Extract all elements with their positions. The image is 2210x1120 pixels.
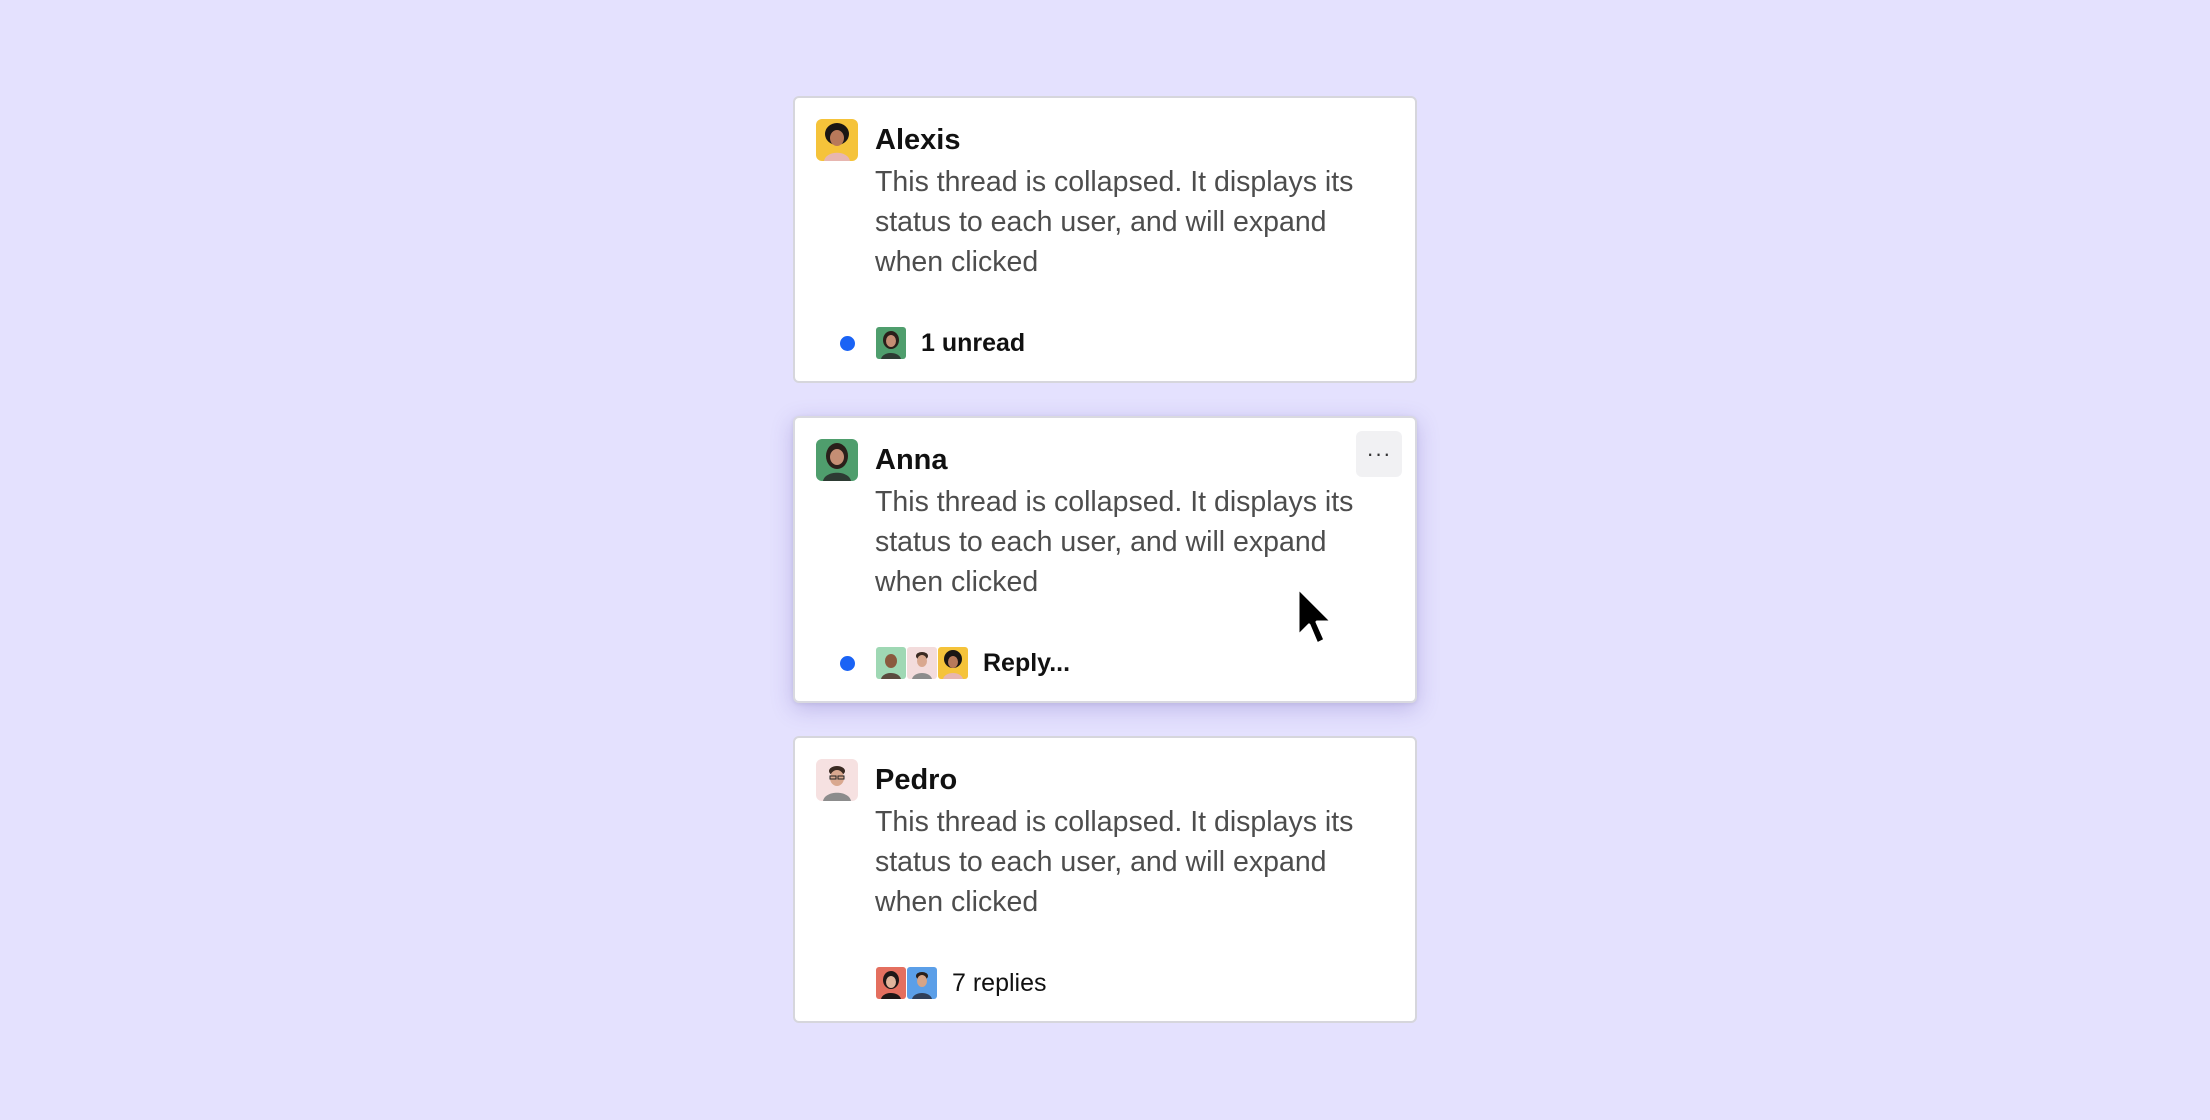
participant-1-avatar (875, 646, 907, 680)
thread-author-name: Pedro (875, 764, 958, 796)
participant-facepile (875, 966, 938, 1000)
anna-avatar (816, 439, 858, 481)
read-indicator-spacer (840, 976, 855, 991)
thread-footer[interactable]: 7 replies (840, 966, 1047, 1000)
thread-list: Alexis This thread is collapsed. It disp… (793, 96, 1417, 1056)
pedro-avatar (816, 759, 858, 801)
participant-2-avatar (875, 966, 907, 1000)
thread-footer[interactable]: 1 unread (840, 326, 1025, 360)
thread-body-text: This thread is collapsed. It displays it… (875, 806, 1354, 918)
unread-indicator-dot (840, 335, 855, 351)
ellipsis-icon: ··· (1366, 441, 1392, 466)
reply-count-label: 7 replies (952, 969, 1047, 997)
unread-count-label: 1 unread (921, 329, 1026, 357)
alexis-avatar (937, 646, 969, 680)
thread-body-text: This thread is collapsed. It displays it… (875, 166, 1354, 278)
thread-footer[interactable]: Reply... (840, 646, 1070, 680)
participant-facepile (875, 326, 907, 360)
reply-link[interactable]: Reply... (983, 647, 1070, 679)
mouse-pointer-icon (1296, 586, 1336, 650)
thread-card-anna[interactable]: Anna ··· This thread is collapsed. It di… (793, 416, 1417, 703)
participant-3-avatar (906, 966, 938, 1000)
thread-body-text: This thread is collapsed. It displays it… (875, 486, 1354, 598)
pedro-avatar (906, 646, 938, 680)
thread-card-alexis[interactable]: Alexis This thread is collapsed. It disp… (793, 96, 1417, 383)
participant-facepile (875, 646, 969, 680)
more-options-button[interactable]: ··· (1356, 431, 1402, 477)
anna-avatar (875, 326, 907, 360)
unread-indicator-dot (840, 655, 855, 671)
thread-author-name: Anna (875, 444, 948, 476)
thread-author-name: Alexis (875, 124, 961, 156)
thread-card-pedro[interactable]: Pedro This thread is collapsed. It displ… (793, 736, 1417, 1023)
alexis-avatar (816, 119, 858, 161)
